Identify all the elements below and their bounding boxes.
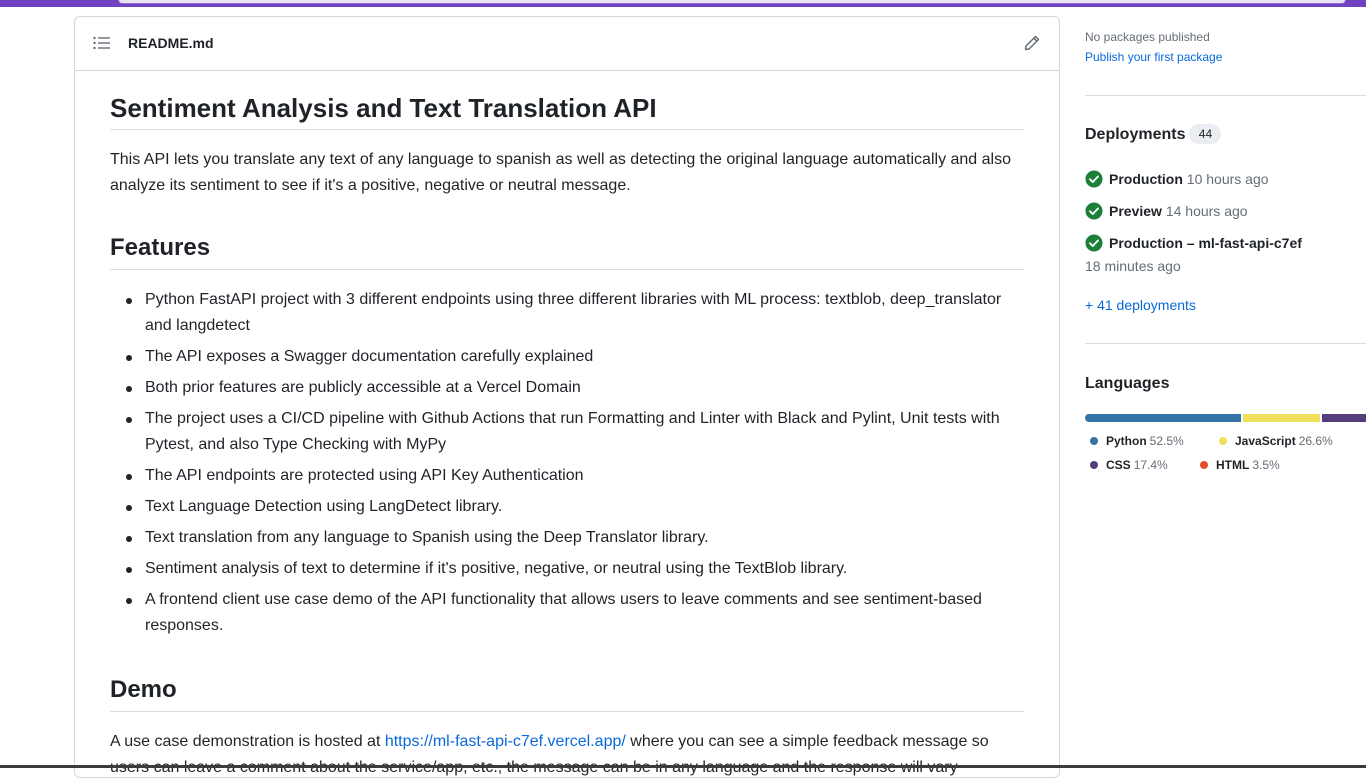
deployment-time: 10 hours ago (1186, 171, 1269, 187)
check-circle-icon (1085, 234, 1103, 252)
language-bar-segment (1322, 414, 1366, 422)
language-item[interactable]: HTML 3.5% (1200, 458, 1280, 472)
readme-body: Sentiment Analysis and Text Translation … (110, 71, 1024, 777)
list-item: Sentiment analysis of text to determine … (126, 556, 1024, 582)
readme-title: Sentiment Analysis and Text Translation … (110, 93, 1024, 130)
deployments-count-badge: 44 (1189, 124, 1222, 144)
deployment-name[interactable]: Production – ml-fast-api-c7ef (1109, 235, 1302, 251)
list-item: The API endpoints are protected using AP… (126, 463, 1024, 489)
deployment-time: 18 minutes ago (1085, 258, 1181, 274)
language-percent: 52.5% (1149, 434, 1184, 448)
language-bar (1085, 414, 1366, 422)
check-circle-icon (1085, 202, 1103, 220)
list-item: Both prior features are publicly accessi… (126, 375, 1024, 401)
language-bar-segment (1085, 414, 1241, 422)
deployment-item[interactable]: Production – ml-fast-api-c7ef 18 minutes … (1085, 233, 1366, 279)
deployment-item[interactable]: Production 10 hours ago (1085, 169, 1269, 189)
readme-intro: This API lets you translate any text of … (110, 151, 1011, 194)
repo-sidebar: No packages published Publish your first… (1085, 0, 1366, 768)
language-name[interactable]: CSS (1106, 458, 1131, 472)
deployment-item[interactable]: Preview 14 hours ago (1085, 201, 1248, 221)
list-item: Python FastAPI project with 3 different … (126, 287, 1024, 339)
demo-text-prefix: A use case demonstration is hosted at (110, 733, 385, 750)
deployment-name[interactable]: Production (1109, 171, 1183, 187)
deployments-heading[interactable]: Deployments 44 (1085, 124, 1222, 144)
language-percent: 26.6% (1298, 434, 1333, 448)
languages-heading: Languages (1085, 375, 1170, 392)
deployment-name[interactable]: Preview (1109, 203, 1162, 219)
language-item[interactable]: CSS 17.4% (1090, 458, 1168, 472)
divider (1085, 95, 1366, 96)
list-item: Text translation from any language to Sp… (126, 525, 1024, 551)
language-percent: 17.4% (1133, 458, 1168, 472)
list-item: Text Language Detection using LangDetect… (126, 494, 1024, 520)
features-list: Python FastAPI project with 3 different … (110, 287, 1024, 639)
features-heading: Features (110, 233, 1024, 270)
list-item: A frontend client use case demo of the A… (126, 587, 1024, 639)
language-bar-segment (1242, 414, 1321, 422)
language-name[interactable]: HTML (1216, 458, 1249, 472)
publish-package-link[interactable]: Publish your first package (1085, 50, 1222, 64)
list-item: The API exposes a Swagger documentation … (126, 344, 1024, 370)
more-deployments-link[interactable]: + 41 deployments (1085, 297, 1196, 313)
outline-list-icon[interactable] (93, 36, 110, 50)
check-circle-icon (1085, 170, 1103, 188)
divider (1085, 343, 1366, 344)
readme-filename[interactable]: README.md (128, 35, 214, 51)
language-name[interactable]: JavaScript (1235, 434, 1296, 448)
list-item: The project uses a CI/CD pipeline with G… (126, 406, 1024, 458)
demo-paragraph: A use case demonstration is hosted at ht… (110, 729, 1024, 777)
demo-link[interactable]: https://ml-fast-api-c7ef.vercel.app/ (385, 733, 626, 750)
language-item[interactable]: JavaScript 26.6% (1219, 434, 1333, 448)
language-percent: 3.5% (1252, 458, 1280, 472)
python-color-dot (1090, 437, 1098, 445)
language-item[interactable]: Python 52.5% (1090, 434, 1184, 448)
language-name[interactable]: Python (1106, 434, 1147, 448)
readme-header: README.md (75, 17, 1059, 71)
no-packages-text: No packages published (1085, 30, 1210, 44)
javascript-color-dot (1219, 437, 1227, 445)
pencil-icon[interactable] (1023, 34, 1041, 52)
html-color-dot (1200, 461, 1208, 469)
css-color-dot (1090, 461, 1098, 469)
readme-panel: README.md Sentiment Analysis and Text Tr… (74, 16, 1060, 778)
demo-heading: Demo (110, 675, 1024, 712)
deployment-time: 14 hours ago (1165, 203, 1248, 219)
deployments-label[interactable]: Deployments (1085, 126, 1185, 143)
